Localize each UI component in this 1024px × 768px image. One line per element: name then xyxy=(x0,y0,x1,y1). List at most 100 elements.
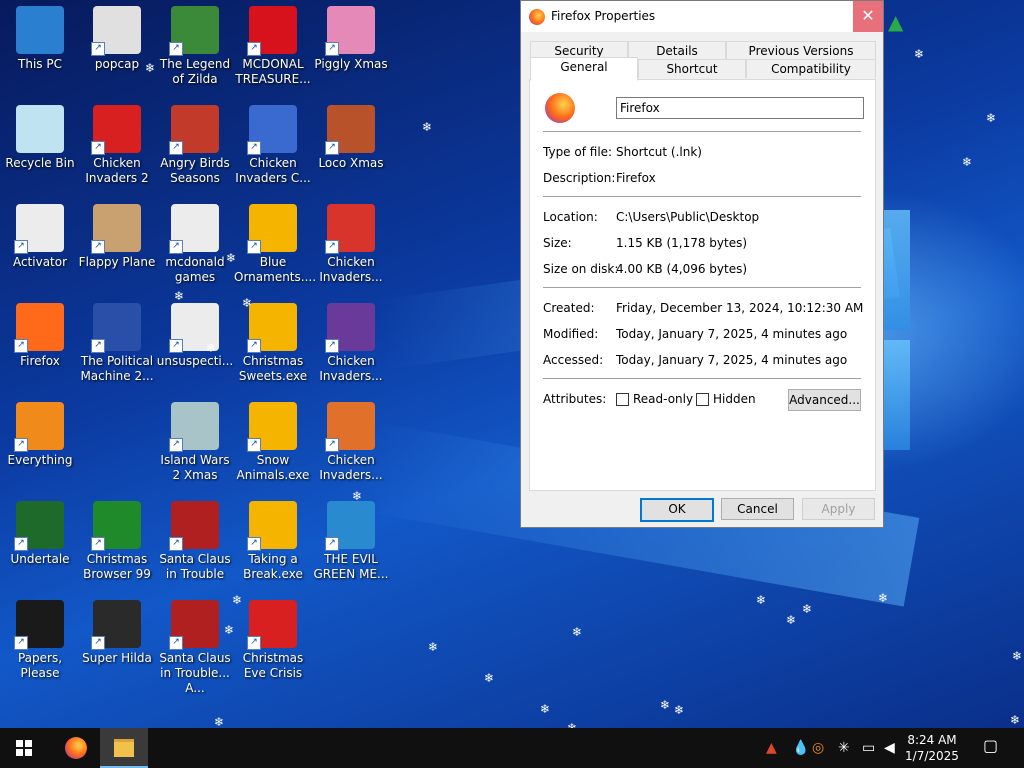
desktop-icon-label: Santa Claus in Trouble... A... xyxy=(159,651,231,695)
close-button[interactable]: ✕ xyxy=(853,1,883,32)
desktop-icon[interactable]: ↗ Firefox xyxy=(0,299,80,398)
desktop-icon[interactable]: ↗ Chicken Invaders... xyxy=(311,200,391,299)
desktop-icon-label: Christmas Browser 99 xyxy=(83,552,151,581)
desktop-icon[interactable]: ↗ Angry Birds Seasons xyxy=(155,101,235,200)
desktop-icon[interactable]: ↗ unsuspecti... xyxy=(155,299,235,398)
tab-compatibility[interactable]: Compatibility xyxy=(746,59,876,78)
dialog-titlebar[interactable]: Firefox Properties ✕ xyxy=(521,1,883,32)
volume-muted-icon[interactable]: ◀ xyxy=(884,740,895,756)
readonly-label[interactable]: Read-only xyxy=(633,392,693,406)
tab-shortcut[interactable]: Shortcut xyxy=(638,59,746,78)
desktop-icon[interactable]: ↗ Activator xyxy=(0,200,80,299)
shortcut-arrow-icon: ↗ xyxy=(247,636,261,650)
shortcut-arrow-icon: ↗ xyxy=(169,636,183,650)
shortcut-arrow-icon: ↗ xyxy=(91,42,105,56)
desktop-icon[interactable]: ↗ The Legend of Zilda xyxy=(155,2,235,101)
shortcut-arrow-icon: ↗ xyxy=(247,42,261,56)
desktop-icon[interactable]: ↗ Blue Ornaments.... xyxy=(233,200,316,299)
ok-button[interactable]: OK xyxy=(640,498,714,522)
desktop-icon[interactable]: ↗ Chicken Invaders... xyxy=(311,398,391,497)
desktop-icon[interactable]: ↗ MCDONAL TREASURE... xyxy=(233,2,313,101)
cancel-button[interactable]: Cancel xyxy=(721,498,794,520)
desktop-icon[interactable]: ↗ Christmas Sweets.exe xyxy=(233,299,313,398)
christmas-tree-icon: ▲ xyxy=(888,10,904,34)
desktop-icon[interactable]: ↗ Santa Claus in Trouble... A... xyxy=(155,596,235,695)
notifications-icon[interactable]: ▢ xyxy=(983,738,998,754)
desktop-icon[interactable]: ↗ Santa Claus in Trouble xyxy=(155,497,235,596)
tray-app-icon[interactable]: ▲ xyxy=(766,740,777,756)
app-icon: ↗ xyxy=(169,501,219,551)
snowflake-icon: ❄ xyxy=(786,613,797,627)
hidden-label[interactable]: Hidden xyxy=(713,392,756,406)
shortcut-arrow-icon: ↗ xyxy=(247,339,261,353)
desktop-icon[interactable]: ↗ Taking a Break.exe xyxy=(233,497,313,596)
snowflake-icon: ❄ xyxy=(567,721,578,728)
desktop-icon-label: Everything xyxy=(7,453,73,467)
desktop-icon[interactable]: ↗ Snow Animals.exe xyxy=(233,398,313,497)
tab-details[interactable]: Details xyxy=(628,41,726,60)
desktop-icon-label: Christmas Eve Crisis xyxy=(242,651,304,680)
taskbar-file-explorer[interactable] xyxy=(100,728,148,768)
tab-general[interactable]: General xyxy=(530,57,638,81)
modified-label: Modified: xyxy=(543,327,599,341)
desktop-icon[interactable]: ↗ Everything xyxy=(0,398,80,497)
desktop-icon-label: THE EVIL GREEN ME... xyxy=(313,552,389,581)
desktop-icon[interactable]: Recycle Bin xyxy=(0,101,80,200)
tray-snow-icon[interactable]: ✳ xyxy=(838,740,850,756)
app-icon: ↗ xyxy=(91,105,141,155)
desktop-icon[interactable]: ↗ Chicken Invaders... xyxy=(311,299,391,398)
desktop-icon[interactable]: This PC xyxy=(0,2,80,101)
desktop-icon[interactable]: ↗ Christmas Browser 99 xyxy=(77,497,157,596)
windows-logo-pane xyxy=(884,210,910,330)
apply-button[interactable]: Apply xyxy=(802,498,875,520)
desktop-icon-label: The Political Machine 2... xyxy=(80,354,154,383)
tray-drop-icon[interactable]: 💧 xyxy=(792,740,809,756)
app-icon: ↗ xyxy=(169,402,219,452)
app-icon: ↗ xyxy=(325,204,375,254)
desktop-icon[interactable]: ↗ Island Wars 2 Xmas xyxy=(155,398,235,497)
tab-previous-versions[interactable]: Previous Versions xyxy=(726,41,876,60)
network-icon[interactable]: ▭ xyxy=(862,740,875,756)
app-icon: ↗ xyxy=(169,6,219,56)
snowflake-icon: ❄ xyxy=(484,671,495,685)
general-tab-panel: Type of file: Shortcut (.lnk) Descriptio… xyxy=(529,79,876,491)
desktop-icon[interactable]: ↗ Super Hilda xyxy=(77,596,157,695)
desktop-icon[interactable]: ↗ Loco Xmas xyxy=(311,101,391,200)
snowflake-icon: ❄ xyxy=(1012,649,1023,663)
desktop-icon[interactable]: ↗ Piggly Xmas xyxy=(311,2,391,101)
app-icon: ↗ xyxy=(91,204,141,254)
snowflake-icon: ❄ xyxy=(226,251,237,265)
app-icon: ↗ xyxy=(91,501,141,551)
desktop-icon[interactable]: ↗ THE EVIL GREEN ME... xyxy=(311,497,391,596)
desktop-icon[interactable]: ↗ Flappy Plane xyxy=(77,200,157,299)
shortcut-arrow-icon: ↗ xyxy=(169,240,183,254)
hidden-checkbox[interactable] xyxy=(696,393,709,406)
windows-logo-pane xyxy=(884,340,910,450)
desktop-icon[interactable]: ↗ Christmas Eve Crisis xyxy=(233,596,313,695)
desktop-icon-label: Loco Xmas xyxy=(318,156,384,170)
desktop-icon[interactable]: ↗ The Political Machine 2... xyxy=(77,299,157,398)
start-button[interactable] xyxy=(0,728,48,768)
desktop-icon[interactable]: ↗ Papers, Please xyxy=(0,596,80,695)
desktop-icon-label: Flappy Plane xyxy=(78,255,156,269)
readonly-checkbox[interactable] xyxy=(616,393,629,406)
type-label: Type of file: xyxy=(543,145,613,159)
shortcut-arrow-icon: ↗ xyxy=(14,636,28,650)
accessed-label: Accessed: xyxy=(543,353,604,367)
desktop-icon[interactable]: ↗ Chicken Invaders 2 xyxy=(77,101,157,200)
desktop-icon[interactable]: ↗ popcap xyxy=(77,2,157,101)
desktop-icon[interactable]: ↗ Chicken Invaders C... xyxy=(233,101,313,200)
shortcut-name-input[interactable] xyxy=(616,97,864,119)
accessed-value: Today, January 7, 2025, 4 minutes ago xyxy=(616,353,848,367)
app-icon: ↗ xyxy=(14,402,64,452)
app-icon: ↗ xyxy=(247,204,297,254)
advanced-button[interactable]: Advanced... xyxy=(788,389,861,411)
desktop-icon-label: Snow Animals.exe xyxy=(236,453,310,482)
taskbar-firefox[interactable] xyxy=(52,728,98,768)
desktop-icon[interactable]: ↗ Undertale xyxy=(0,497,80,596)
desktop-icon-label: unsuspecti... xyxy=(156,354,234,368)
tray-orange-icon[interactable]: ◎ xyxy=(812,740,824,756)
clock[interactable]: 8:24 AM 1/7/2025 xyxy=(902,732,962,764)
snowflake-icon: ❄ xyxy=(145,61,156,75)
desktop-icon[interactable]: ↗ mcdonald games xyxy=(155,200,235,299)
